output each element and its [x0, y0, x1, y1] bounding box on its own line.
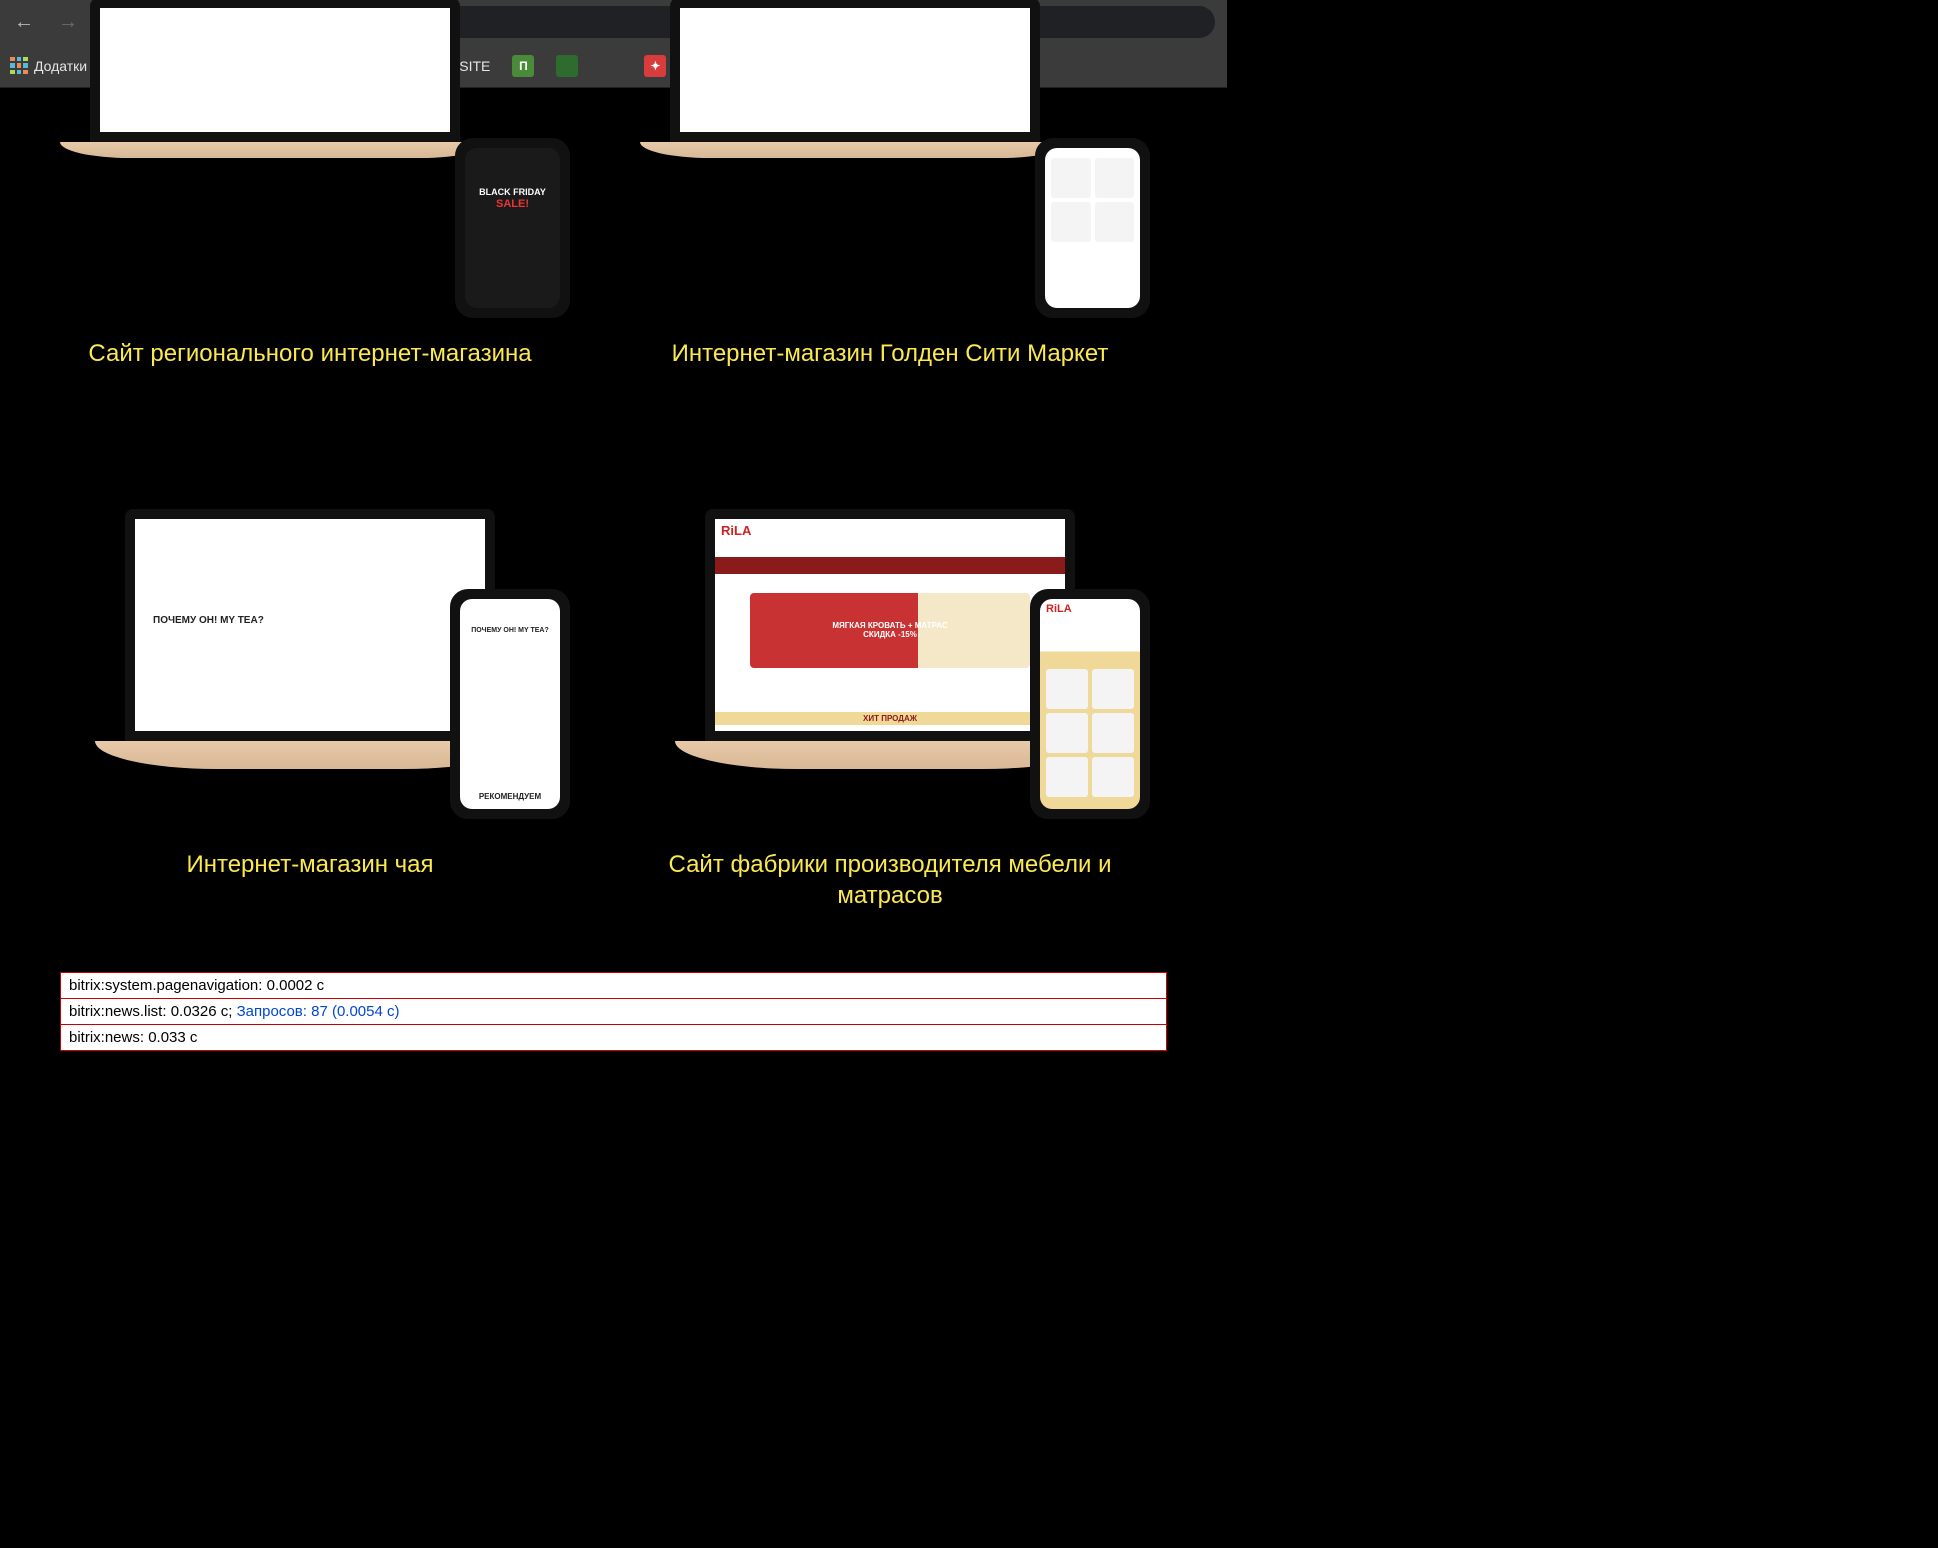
- portfolio-card[interactable]: ПОЧЕМУ OH! MY TEA? ПОЧЕМУ OH! MY TEA? РЕ…: [60, 429, 560, 911]
- debug-queries-link[interactable]: Запросов: 87 (0.0054 с): [237, 1003, 400, 1020]
- square-icon: [556, 55, 578, 77]
- portfolio-card[interactable]: RiLA МЯГКАЯ КРОВАТЬ + МАТРАС СКИДКА -15%…: [640, 429, 1140, 911]
- bookmark-red[interactable]: ✦: [644, 55, 666, 77]
- bitrix-debug-panel: bitrix:system.pagenavigation: 0.0002 с b…: [60, 972, 1167, 1051]
- portfolio-card[interactable]: Интернет-магазин Голден Сити Маркет: [640, 88, 1140, 369]
- device-mockup: RiLA МЯГКАЯ КРОВАТЬ + МАТРАС СКИДКА -15%…: [640, 429, 1140, 769]
- card-title: Интернет-магазин чая: [60, 849, 560, 880]
- apple-icon: [600, 55, 622, 77]
- forward-button[interactable]: →: [52, 11, 84, 34]
- debug-line: bitrix:news: 0.033 с: [61, 1025, 1166, 1050]
- bookmark-apple[interactable]: [600, 55, 622, 77]
- device-mockup: ПОЧЕМУ OH! MY TEA? ПОЧЕМУ OH! MY TEA? РЕ…: [60, 429, 560, 769]
- portfolio-row: ПОЧЕМУ OH! MY TEA? ПОЧЕМУ OH! MY TEA? РЕ…: [60, 429, 1167, 911]
- bookmark-privat[interactable]: П: [512, 55, 534, 77]
- card-title: Интернет-магазин Голден Сити Маркет: [640, 338, 1140, 369]
- apps-label: Додатки: [34, 58, 87, 74]
- portfolio-card[interactable]: BLACK FRIDAYSALE! Сайт регионального инт…: [60, 88, 560, 369]
- apps-button[interactable]: Додатки: [10, 57, 87, 75]
- device-mockup: BLACK FRIDAYSALE!: [60, 88, 560, 258]
- card-title: Сайт фабрики производителя мебели и матр…: [640, 849, 1140, 911]
- apps-icon: [10, 57, 28, 75]
- square-icon: ✦: [644, 55, 666, 77]
- bookmark-green[interactable]: [556, 55, 578, 77]
- device-mockup: [640, 88, 1140, 258]
- back-button[interactable]: ←: [8, 11, 40, 34]
- debug-line: bitrix:system.pagenavigation: 0.0002 с: [61, 973, 1166, 999]
- privat-icon: П: [512, 55, 534, 77]
- card-title: Сайт регионального интернет-магазина: [60, 338, 560, 369]
- portfolio-row: BLACK FRIDAYSALE! Сайт регионального инт…: [60, 88, 1167, 369]
- debug-line: bitrix:news.list: 0.0326 с; Запросов: 87…: [61, 999, 1166, 1025]
- page-content: BLACK FRIDAYSALE! Сайт регионального инт…: [0, 88, 1227, 1091]
